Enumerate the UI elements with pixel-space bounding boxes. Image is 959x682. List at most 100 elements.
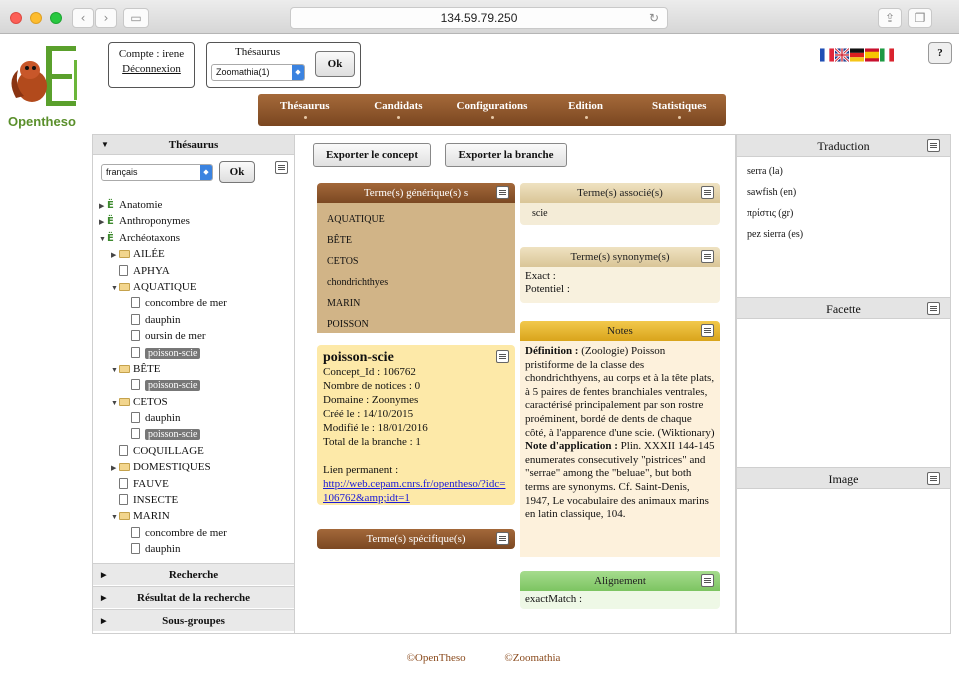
- thesaurus-select[interactable]: Zoomathia(1) ◆: [211, 64, 305, 81]
- tree-toggle-icon[interactable]: ▼: [111, 362, 119, 378]
- tree-node[interactable]: concombre de mer: [99, 295, 291, 311]
- generic-term-link[interactable]: chondrichthyes: [327, 272, 505, 293]
- it-flag-icon[interactable]: [880, 48, 894, 62]
- tree-node[interactable]: dauphin: [99, 410, 291, 426]
- tree-node-label[interactable]: oursin de mer: [145, 330, 205, 342]
- generic-term-link[interactable]: CETOS: [327, 251, 505, 272]
- image-menu-icon[interactable]: [927, 472, 940, 485]
- generic-term-link[interactable]: POISSON: [327, 314, 505, 335]
- help-button[interactable]: ?: [928, 42, 952, 64]
- translation-menu-icon[interactable]: [927, 139, 940, 152]
- footer-opentheso-link[interactable]: ©OpenTheso: [407, 652, 466, 664]
- tree-node-label[interactable]: AQUATIQUE: [133, 281, 197, 293]
- tree-node-label[interactable]: Archéotaxons: [119, 232, 180, 244]
- opentheso-logo[interactable]: Opentheso: [8, 40, 98, 129]
- generic-term-link[interactable]: BÊTE: [327, 230, 505, 251]
- facet-menu-icon[interactable]: [927, 302, 940, 315]
- tree-node[interactable]: FAUVE: [99, 476, 291, 492]
- tree-node[interactable]: dauphin: [99, 541, 291, 557]
- tree-node-label[interactable]: AILÉE: [133, 248, 165, 260]
- forward-icon[interactable]: ›: [95, 8, 117, 28]
- language-ok-button[interactable]: Ok: [219, 161, 255, 183]
- tree-node[interactable]: ▼ AQUATIQUE: [99, 279, 291, 295]
- address-bar[interactable]: 134.59.79.250 ↻: [290, 7, 668, 29]
- panel-menu-icon[interactable]: [275, 161, 288, 174]
- tree-node[interactable]: dauphin: [99, 312, 291, 328]
- fr-flag-icon[interactable]: [820, 48, 834, 62]
- tree-node[interactable]: INSECTE: [99, 492, 291, 508]
- box-menu-icon[interactable]: [701, 324, 714, 337]
- tree-node-label[interactable]: poisson-scie: [145, 380, 201, 392]
- menu-configurations[interactable]: Configurations: [445, 94, 539, 126]
- thesaurus-panel-header[interactable]: ▼ Thésaurus: [93, 135, 294, 155]
- close-window-button[interactable]: [10, 12, 22, 24]
- thesaurus-ok-button[interactable]: Ok: [315, 51, 355, 77]
- tree-toggle-icon[interactable]: ▶: [111, 247, 119, 263]
- zoom-window-button[interactable]: [50, 12, 62, 24]
- tree-node-label[interactable]: MARIN: [133, 510, 170, 522]
- box-menu-icon[interactable]: [701, 574, 714, 587]
- tree-toggle-icon[interactable]: ▼: [111, 395, 119, 411]
- uk-flag-icon[interactable]: [835, 48, 849, 62]
- tree-node[interactable]: ▼ MARIN: [99, 508, 291, 524]
- tree-toggle-icon[interactable]: ▶: [111, 460, 119, 476]
- language-select[interactable]: français ◆: [101, 164, 213, 181]
- tree-node-label[interactable]: concombre de mer: [145, 297, 227, 309]
- tree-toggle-icon[interactable]: ▶: [99, 214, 107, 230]
- tree-node-label[interactable]: concombre de mer: [145, 527, 227, 539]
- tree-toggle-icon[interactable]: ▼: [111, 509, 119, 525]
- tree-node-label[interactable]: APHYA: [133, 265, 170, 277]
- section-resultat-recherche[interactable]: ▶ Résultat de la recherche: [93, 586, 294, 608]
- tree-node[interactable]: ▶ DOMESTIQUES: [99, 459, 291, 475]
- es-flag-icon[interactable]: [865, 48, 879, 62]
- tree-node-label[interactable]: dauphin: [145, 412, 180, 424]
- tree-toggle-icon[interactable]: ▼: [111, 280, 119, 296]
- sidebar-icon[interactable]: ▭: [123, 8, 149, 28]
- tree-node[interactable]: ▼Ë Archéotaxons: [99, 230, 291, 246]
- associated-term-link[interactable]: scie: [520, 203, 720, 224]
- logout-link[interactable]: Déconnexion: [122, 63, 181, 75]
- tree-node[interactable]: COQUILLAGE: [99, 443, 291, 459]
- menu-edition[interactable]: Edition: [539, 94, 633, 126]
- tree-node-label[interactable]: CETOS: [133, 396, 168, 408]
- tree-node-label[interactable]: FAUVE: [133, 478, 169, 490]
- generic-term-link[interactable]: MARIN: [327, 293, 505, 314]
- tree-node[interactable]: ▼ CETOS: [99, 394, 291, 410]
- tree-node[interactable]: poisson-scie: [99, 345, 291, 361]
- box-menu-icon[interactable]: [496, 532, 509, 545]
- tree-node-label[interactable]: poisson-scie: [145, 347, 201, 359]
- generic-term-link[interactable]: AQUATIQUE: [327, 209, 505, 230]
- tree-node-label[interactable]: Anatomie: [119, 199, 162, 211]
- back-icon[interactable]: ‹: [72, 8, 94, 28]
- export-branch-button[interactable]: Exporter la branche: [445, 143, 567, 167]
- tree-node-label[interactable]: poisson-scie: [145, 429, 201, 441]
- tree-node[interactable]: concombre de mer: [99, 525, 291, 541]
- tree-node[interactable]: ▼ BÊTE: [99, 361, 291, 377]
- tree-toggle-icon[interactable]: ▼: [99, 231, 107, 247]
- tabs-icon[interactable]: ❐: [908, 8, 932, 28]
- concept-menu-icon[interactable]: [496, 350, 509, 363]
- minimize-window-button[interactable]: [30, 12, 42, 24]
- box-menu-icon[interactable]: [701, 250, 714, 263]
- footer-zoomathia-link[interactable]: ©Zoomathia: [504, 652, 560, 664]
- tree-toggle-icon[interactable]: ▶: [99, 198, 107, 214]
- tree-node-label[interactable]: dauphin: [145, 314, 180, 326]
- reload-icon[interactable]: ↻: [649, 8, 659, 28]
- tree-node[interactable]: oursin de mer: [99, 328, 291, 344]
- tree-node-label[interactable]: INSECTE: [133, 494, 178, 506]
- share-icon[interactable]: ⇪: [878, 8, 902, 28]
- box-menu-icon[interactable]: [496, 186, 509, 199]
- menu-candidats[interactable]: Candidats: [352, 94, 446, 126]
- export-concept-button[interactable]: Exporter le concept: [313, 143, 431, 167]
- tree-node-label[interactable]: dauphin: [145, 543, 180, 555]
- section-sous-groupes[interactable]: ▶ Sous-groupes: [93, 609, 294, 631]
- box-menu-icon[interactable]: [701, 186, 714, 199]
- tree-node[interactable]: ▶ Ë Anthroponymes: [99, 213, 291, 229]
- menu-statistiques[interactable]: Statistiques: [632, 94, 726, 126]
- menu-thesaurus[interactable]: Thésaurus: [258, 94, 352, 126]
- tree-node[interactable]: APHYA: [99, 263, 291, 279]
- tree-node[interactable]: poisson-scie: [99, 377, 291, 393]
- tree-node-label[interactable]: BÊTE: [133, 363, 161, 375]
- permalink-link[interactable]: http://web.cepam.cnrs.fr/opentheso/?idc=…: [323, 478, 505, 504]
- tree-node-label[interactable]: COQUILLAGE: [133, 445, 204, 457]
